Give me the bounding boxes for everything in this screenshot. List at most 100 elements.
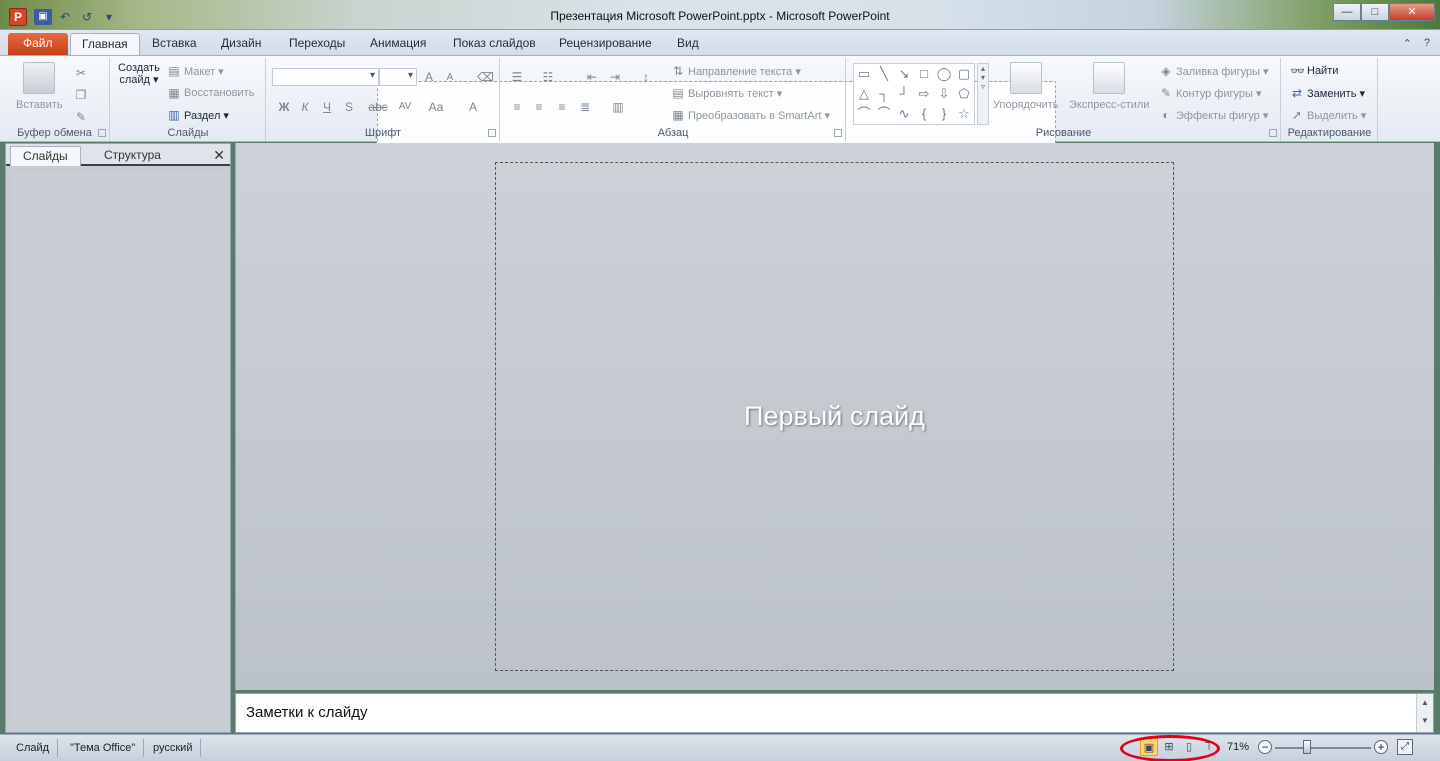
select-button[interactable]: ➚ Выделить ▾ [1290, 108, 1366, 122]
font-size-combo[interactable] [379, 68, 417, 86]
elbow-connector-icon[interactable]: ┐ [874, 84, 894, 104]
line-shape-icon[interactable]: ╲ [874, 64, 894, 84]
right-brace-shape-icon[interactable]: } [934, 104, 954, 124]
clear-format-icon[interactable]: ⌫ [477, 70, 494, 84]
shape-effects-button[interactable]: ◐ Эффекты фигур ▾ [1159, 108, 1268, 122]
copy-icon[interactable]: ❐ [74, 88, 88, 102]
replace-button[interactable]: ⇄ Заменить ▾ [1290, 86, 1365, 100]
quick-styles-button[interactable]: Экспресс-стили [1069, 62, 1149, 111]
justify-icon[interactable]: ≣ [578, 100, 592, 114]
left-brace-shape-icon[interactable]: { [914, 104, 934, 124]
font-color-icon[interactable]: A [466, 100, 480, 114]
notes-scrollbar[interactable]: ▲ ▼ [1416, 694, 1433, 732]
smartart-button[interactable]: ▦ Преобразовать в SmartArt ▾ [671, 108, 830, 122]
shape-outline-button[interactable]: ✎ Контур фигуры ▾ [1159, 86, 1262, 100]
arrow-line-shape-icon[interactable]: ↘ [894, 64, 914, 84]
close-pane-icon[interactable]: ✕ [213, 147, 225, 164]
section-button[interactable]: ▥ Раздел ▾ [167, 108, 229, 122]
minimize-button[interactable]: — [1333, 3, 1361, 21]
rectangle-shape-icon[interactable]: □ [914, 64, 934, 84]
shapes-gallery[interactable]: ▭ ╲ ↘ □ ◯ ▢ △ ┐ ┘ ⇨ ⇩ ⬠ ⌒ ⌒ ∿ { } ☆ [853, 63, 975, 125]
tab-insert[interactable]: Вставка [141, 33, 208, 55]
font-name-combo[interactable] [272, 68, 379, 86]
tab-review[interactable]: Рецензирование [548, 33, 663, 55]
star-shape-icon[interactable]: ☆ [954, 104, 974, 124]
close-button[interactable]: ✕ [1389, 3, 1435, 21]
fit-to-window-icon[interactable]: ⤢ [1397, 739, 1413, 755]
status-language[interactable]: русский [145, 739, 202, 757]
find-button[interactable]: 👓 Найти [1290, 64, 1338, 78]
arc-shape-icon[interactable]: ⌒ [874, 104, 894, 124]
decrease-indent-icon[interactable]: ⇤ [585, 70, 599, 84]
curve-shape-icon[interactable]: ⌒ [854, 104, 874, 124]
tab-slides[interactable]: Слайды [10, 146, 81, 166]
italic-icon[interactable]: К [298, 100, 312, 114]
grow-font-icon[interactable]: A [422, 70, 436, 84]
tab-slideshow[interactable]: Показ слайдов [442, 33, 547, 55]
tab-home[interactable]: Главная [70, 33, 140, 55]
text-direction-button[interactable]: ⇅ Направление текста ▾ [671, 64, 801, 78]
zoom-out-icon[interactable]: − [1258, 740, 1272, 754]
shrink-font-icon[interactable]: A [443, 71, 457, 85]
increase-indent-icon[interactable]: ⇥ [608, 70, 622, 84]
slides-thumbnail-list[interactable] [12, 172, 224, 726]
help-icon[interactable]: ? [1424, 37, 1430, 50]
pentagon-shape-icon[interactable]: ⬠ [954, 84, 974, 104]
notes-placeholder[interactable]: Заметки к слайду [246, 704, 368, 721]
slide-editing-area[interactable]: Первый слайд [235, 143, 1434, 690]
status-theme[interactable]: "Тема Office" [62, 739, 145, 757]
rounded-rect-shape-icon[interactable]: ▢ [954, 64, 974, 84]
change-case-icon[interactable]: Aa [425, 100, 447, 114]
bullets-icon[interactable]: ☰ [510, 70, 524, 84]
clipboard-launcher-icon[interactable] [98, 129, 106, 137]
shape-fill-button[interactable]: ◈ Заливка фигуры ▾ [1159, 64, 1268, 78]
line-spacing-icon[interactable]: ↕ [639, 70, 653, 84]
tab-outline[interactable]: Структура [92, 146, 173, 166]
paste-button[interactable]: Вставить [16, 62, 63, 111]
shapes-gallery-scroll[interactable]: ▴ ▾ ▿ [977, 63, 989, 125]
maximize-button[interactable]: □ [1361, 3, 1389, 21]
zoom-in-icon[interactable]: + [1374, 740, 1388, 754]
font-launcher-icon[interactable] [488, 129, 496, 137]
tab-design[interactable]: Дизайн [210, 33, 272, 55]
underline-icon[interactable]: Ч [320, 100, 334, 114]
strikethrough-icon[interactable]: abc [367, 100, 389, 114]
numbering-icon[interactable]: ☷ [541, 70, 555, 84]
paragraph-launcher-icon[interactable] [834, 129, 842, 137]
tab-animation[interactable]: Анимация [359, 33, 437, 55]
bold-icon[interactable]: Ж [277, 100, 291, 114]
tab-transitions[interactable]: Переходы [278, 33, 356, 55]
format-painter-icon[interactable]: ✎ [74, 110, 88, 124]
new-slide-button[interactable]: Создать слайд ▾ [118, 62, 1056, 590]
zoom-slider-track[interactable] [1275, 747, 1371, 749]
zoom-slider-thumb[interactable] [1303, 740, 1311, 754]
slide-title-placeholder[interactable]: Первый слайд [496, 401, 1173, 432]
reset-button[interactable]: ▦ Восстановить [167, 86, 254, 100]
textbox-shape-icon[interactable]: ▭ [854, 64, 874, 84]
char-spacing-icon[interactable]: AV [394, 100, 416, 114]
tab-file[interactable]: Файл [8, 33, 68, 55]
arrange-button[interactable]: Упорядочить [993, 62, 1058, 111]
triangle-shape-icon[interactable]: △ [854, 84, 874, 104]
collapse-ribbon-icon[interactable]: ⌃ [1403, 37, 1412, 50]
align-text-button[interactable]: ▤ Выровнять текст ▾ [671, 86, 782, 100]
align-right-icon[interactable]: ≡ [555, 100, 569, 114]
align-center-icon[interactable]: ≡ [532, 100, 546, 114]
zoom-level[interactable]: 71% [1227, 741, 1249, 753]
elbow-arrow-icon[interactable]: ┘ [894, 84, 914, 104]
layout-button[interactable]: ▤ Макет ▾ [167, 64, 223, 78]
slide-canvas[interactable]: Первый слайд [495, 162, 1174, 671]
oval-shape-icon[interactable]: ◯ [934, 64, 954, 84]
freeform-shape-icon[interactable]: ∿ [894, 104, 914, 124]
align-left-icon[interactable]: ≡ [510, 100, 524, 114]
tab-view[interactable]: Вид [666, 33, 710, 55]
drawing-launcher-icon[interactable] [1269, 129, 1277, 137]
scissors-icon[interactable]: ✂ [74, 66, 88, 80]
status-slide-number[interactable]: Слайд [8, 739, 59, 757]
right-arrow-shape-icon[interactable]: ⇨ [914, 84, 934, 104]
down-arrow-shape-icon[interactable]: ⇩ [934, 84, 954, 104]
notes-pane[interactable]: Заметки к слайду ▲ ▼ [235, 693, 1434, 733]
group-label: Шрифт [364, 127, 402, 139]
columns-icon[interactable]: ▥ [611, 100, 625, 114]
text-shadow-icon[interactable]: S [342, 100, 356, 114]
